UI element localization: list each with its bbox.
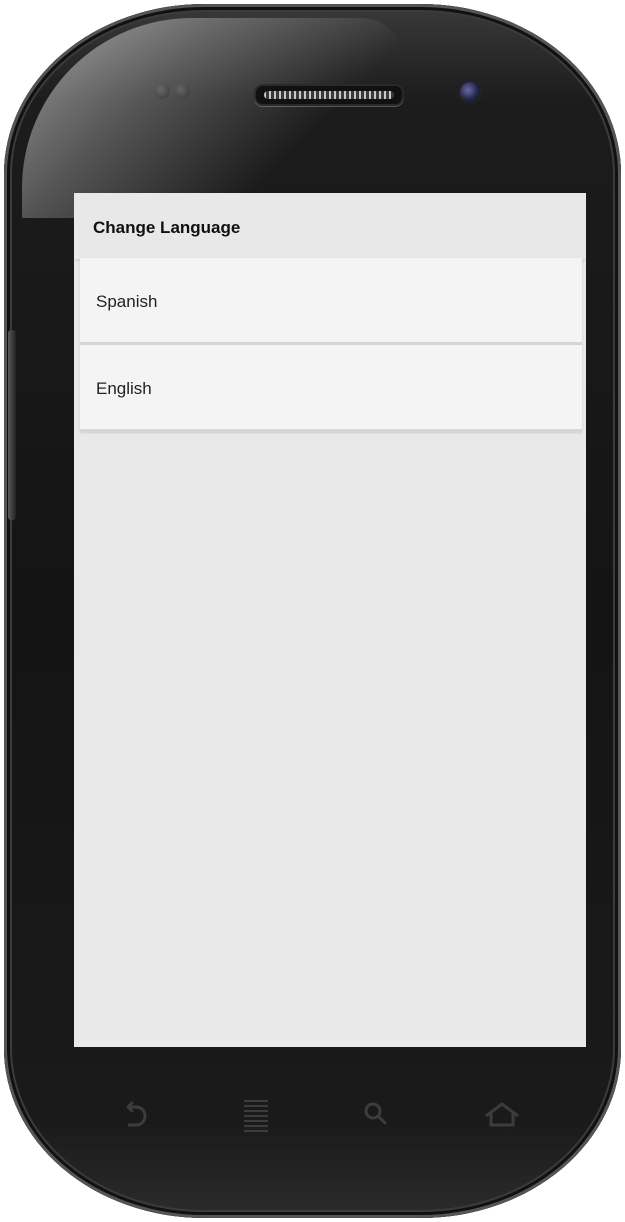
screen: Change Language Spanish English	[74, 193, 586, 1047]
search-button[interactable]	[346, 1094, 406, 1138]
language-list: Spanish English	[80, 258, 582, 432]
language-option-spanish[interactable]: Spanish	[80, 258, 582, 345]
home-icon	[485, 1102, 519, 1127]
back-button[interactable]	[108, 1094, 168, 1138]
language-option-english[interactable]: English	[80, 345, 582, 432]
phone-frame: Change Language Spanish English	[4, 4, 621, 1218]
earpiece-speaker	[254, 84, 404, 106]
page-title: Change Language	[93, 218, 241, 237]
menu-button[interactable]	[226, 1094, 286, 1138]
front-camera	[458, 80, 482, 104]
language-option-label: Spanish	[96, 292, 158, 311]
search-icon	[364, 1102, 387, 1125]
speaker-grille	[264, 91, 394, 99]
volume-button[interactable]	[8, 330, 16, 520]
menu-icon	[244, 1100, 268, 1132]
proximity-sensor	[154, 83, 170, 99]
app-header: Change Language	[74, 193, 586, 259]
navigation-bar	[94, 1094, 544, 1138]
light-sensor	[174, 83, 190, 99]
back-icon	[126, 1101, 147, 1127]
phone-glare	[22, 18, 402, 218]
home-button[interactable]	[472, 1094, 532, 1138]
language-option-label: English	[96, 379, 152, 398]
